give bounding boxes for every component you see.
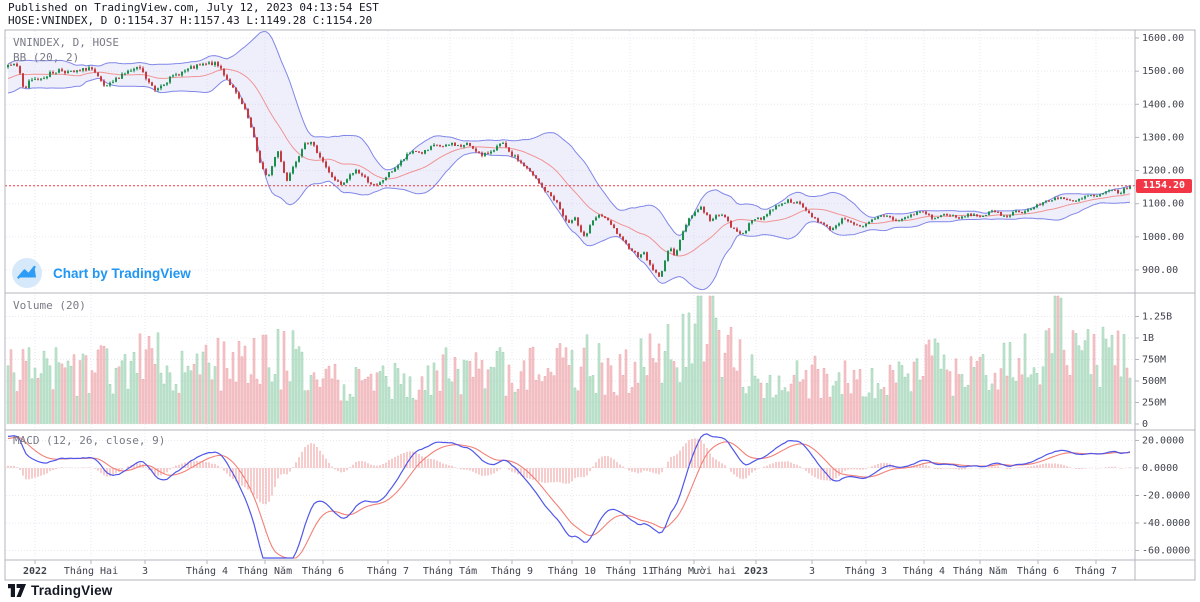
axis-label: 3: [809, 566, 815, 577]
tradingview-brand[interactable]: TradingView: [8, 583, 112, 598]
axis-label: Tháng Hai: [64, 565, 118, 577]
tradingview-brand-icon: [8, 583, 26, 598]
axis-label: -40.0000: [1142, 518, 1190, 529]
tradingview-logo-icon: [10, 256, 44, 290]
axis-label: Tháng Năm: [953, 565, 1007, 577]
axis-label: Tháng 4: [186, 565, 228, 577]
axis-label: -60.0000: [1142, 546, 1190, 557]
axis-label: 1200.00: [1142, 166, 1184, 177]
last-price-label: 1154.20: [1136, 179, 1192, 193]
macd-legend: MACD (12, 26, close, 9): [13, 434, 165, 447]
axis-label: 250M: [1142, 398, 1166, 409]
axis-label: 500M: [1142, 376, 1166, 387]
axis-label: Tháng 6: [302, 565, 344, 577]
brand-label: TradingView: [31, 583, 112, 598]
chart-canvas[interactable]: 1600.00 1500.00 1400.00 1300.00 1200.00 1100.…: [0, 0, 1200, 602]
axis-label: Tháng Tám: [423, 565, 477, 577]
volume-legend: Volume (20): [13, 299, 86, 312]
tradingview-watermark[interactable]: Chart by TradingView: [10, 256, 191, 290]
axis-label: 1.25B: [1142, 312, 1172, 323]
bollinger-band-legend: BB (20, 2): [13, 51, 79, 64]
axis-label: 0: [1142, 419, 1148, 430]
axis-label: Tháng 10: [548, 565, 596, 577]
axis-label: 1600.00: [1142, 33, 1184, 44]
bollinger-band: [8, 32, 1130, 290]
price-panel-legend-symbol: VNINDEX, D, HOSE: [13, 36, 119, 49]
panel-frame: [5, 30, 1195, 580]
axis-label: 20.0000: [1142, 436, 1184, 447]
price-axis[interactable]: 1600.00 1500.00 1400.00 1300.00 1200.00 1100.…: [1142, 33, 1190, 557]
watermark-label: Chart by TradingView: [53, 266, 191, 281]
axis-label: Tháng Mười hai: [652, 565, 736, 577]
axis-label: 2022: [23, 566, 47, 577]
axis-label: Tháng 3: [845, 565, 887, 577]
macd-series: [8, 434, 1130, 558]
axis-label: 750M: [1142, 355, 1166, 366]
axis-label: Tháng 7: [1075, 565, 1117, 577]
time-axis[interactable]: 2022 Tháng Hai 3 Tháng 4 Tháng Năm Tháng 6 Thá…: [23, 565, 1117, 577]
axis-label: Tháng 7: [367, 565, 409, 577]
axis-label: 1100.00: [1142, 199, 1184, 210]
grid-lines: [6, 31, 1134, 559]
axis-label: Tháng 11: [606, 565, 654, 577]
axis-label: 2023: [744, 566, 768, 577]
axis-label: Tháng 6: [1017, 565, 1059, 577]
axis-label: Tháng 9: [491, 565, 533, 577]
axis-label: 1000.00: [1142, 232, 1184, 243]
axis-label: 3: [142, 566, 148, 577]
axis-label: 900.00: [1142, 265, 1178, 276]
axis-label: 1500.00: [1142, 66, 1184, 77]
axis-label: -20.0000: [1142, 491, 1190, 502]
axis-label: 0.0000: [1142, 463, 1178, 474]
axis-label: 1400.00: [1142, 99, 1184, 110]
axis-label: 1B: [1142, 333, 1154, 344]
axis-label: 1300.00: [1142, 132, 1184, 143]
volume-series: [7, 296, 1131, 424]
axis-label: Tháng Năm: [238, 565, 292, 577]
axis-label: Tháng 4: [903, 565, 945, 577]
